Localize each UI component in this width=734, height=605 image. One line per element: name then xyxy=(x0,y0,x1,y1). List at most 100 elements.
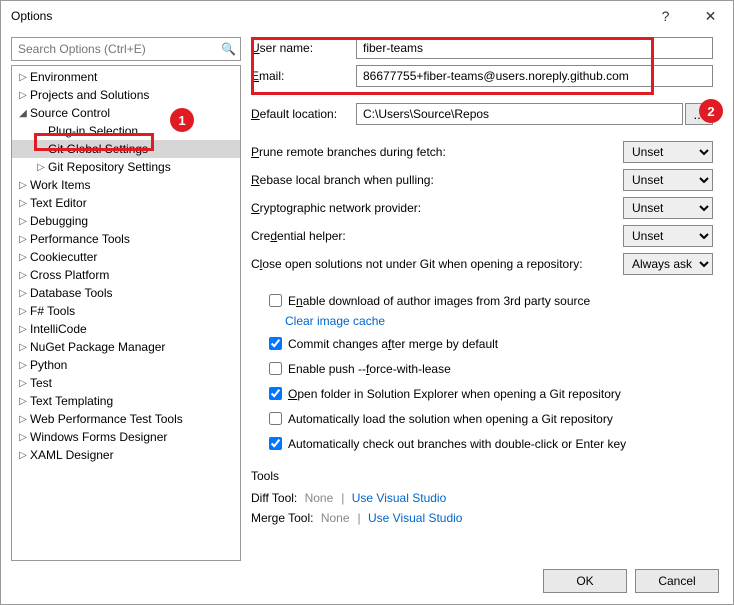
tree-node-f-tools[interactable]: ▷F# Tools xyxy=(12,302,240,320)
tree-node-work-items[interactable]: ▷Work Items xyxy=(12,176,240,194)
tree-node-label: Windows Forms Designer xyxy=(30,430,167,444)
ok-button[interactable]: OK xyxy=(543,569,627,593)
tree-node-cross-platform[interactable]: ▷Cross Platform xyxy=(12,266,240,284)
tree-arrow-icon: ▷ xyxy=(34,162,48,173)
tree-node-xaml-designer[interactable]: ▷XAML Designer xyxy=(12,446,240,464)
rebase-dropdown[interactable]: Unset xyxy=(623,169,713,191)
tree-node-intellicode[interactable]: ▷IntelliCode xyxy=(12,320,240,338)
tree-node-label: XAML Designer xyxy=(30,448,114,462)
open-folder-checkbox[interactable] xyxy=(269,387,282,400)
browse-location-button[interactable]: ... xyxy=(685,103,713,125)
window-title: Options xyxy=(11,9,643,23)
username-input[interactable] xyxy=(356,37,713,59)
commit-after-merge-checkbox[interactable] xyxy=(269,337,282,350)
tree-node-label: Debugging xyxy=(30,214,88,228)
tree-node-database-tools[interactable]: ▷Database Tools xyxy=(12,284,240,302)
search-input[interactable] xyxy=(16,41,221,57)
tree-node-label: Database Tools xyxy=(30,286,113,300)
username-label: User name: xyxy=(251,41,356,55)
tree-arrow-icon: ▷ xyxy=(16,360,30,371)
tree-node-label: Text Templating xyxy=(30,394,113,408)
close-solutions-dropdown[interactable]: Always ask xyxy=(623,253,713,275)
prune-label: Prune remote branches during fetch: xyxy=(251,145,623,159)
tree-node-git-repository-settings[interactable]: ▷Git Repository Settings xyxy=(12,158,240,176)
tree-node-git-global-settings[interactable]: Git Global Settings xyxy=(12,140,240,158)
tree-node-nuget-package-manager[interactable]: ▷NuGet Package Manager xyxy=(12,338,240,356)
tree-node-label: Performance Tools xyxy=(30,232,130,246)
search-box[interactable]: 🔍 xyxy=(11,37,241,61)
options-tree[interactable]: ▷Environment▷Projects and Solutions◢Sour… xyxy=(11,65,241,561)
tree-arrow-icon: ▷ xyxy=(16,306,30,317)
tree-node-label: Environment xyxy=(30,70,97,84)
tree-arrow-icon: ▷ xyxy=(16,288,30,299)
tree-node-plug-in-selection[interactable]: Plug-in Selection xyxy=(12,122,240,140)
tree-node-label: IntelliCode xyxy=(30,322,87,336)
tree-node-label: Work Items xyxy=(30,178,90,192)
tree-arrow-icon: ▷ xyxy=(16,270,30,281)
tree-node-label: Text Editor xyxy=(30,196,87,210)
default-location-label: Default location: xyxy=(251,107,356,121)
tree-node-performance-tools[interactable]: ▷Performance Tools xyxy=(12,230,240,248)
tree-node-projects-and-solutions[interactable]: ▷Projects and Solutions xyxy=(12,86,240,104)
tree-node-label: Source Control xyxy=(30,106,110,120)
auto-checkout-label: Automatically check out branches with do… xyxy=(288,437,626,451)
tree-arrow-icon: ▷ xyxy=(16,432,30,443)
tree-node-python[interactable]: ▷Python xyxy=(12,356,240,374)
tree-node-environment[interactable]: ▷Environment xyxy=(12,68,240,86)
tree-node-cookiecutter[interactable]: ▷Cookiecutter xyxy=(12,248,240,266)
push-force-checkbox[interactable] xyxy=(269,362,282,375)
tree-arrow-icon: ▷ xyxy=(16,324,30,335)
tree-arrow-icon: ▷ xyxy=(16,450,30,461)
auto-checkout-checkbox[interactable] xyxy=(269,437,282,450)
tree-arrow-icon: ▷ xyxy=(16,180,30,191)
tree-node-text-editor[interactable]: ▷Text Editor xyxy=(12,194,240,212)
clear-image-cache-link[interactable]: Clear image cache xyxy=(285,314,385,328)
tree-arrow-icon: ▷ xyxy=(16,234,30,245)
default-location-input[interactable] xyxy=(356,103,683,125)
tree-node-label: F# Tools xyxy=(30,304,75,318)
search-icon: 🔍 xyxy=(221,42,236,56)
tree-node-test[interactable]: ▷Test xyxy=(12,374,240,392)
tree-arrow-icon: ▷ xyxy=(16,414,30,425)
tree-arrow-icon: ▷ xyxy=(16,90,30,101)
credential-label: Credential helper: xyxy=(251,229,623,243)
tree-node-debugging[interactable]: ▷Debugging xyxy=(12,212,240,230)
tree-arrow-icon: ▷ xyxy=(16,216,30,227)
auto-load-label: Automatically load the solution when ope… xyxy=(288,412,613,426)
tree-arrow-icon: ▷ xyxy=(16,378,30,389)
tree-node-label: Projects and Solutions xyxy=(30,88,149,102)
enable-download-checkbox[interactable] xyxy=(269,294,282,307)
tree-node-text-templating[interactable]: ▷Text Templating xyxy=(12,392,240,410)
tools-heading: Tools xyxy=(251,469,713,483)
diff-use-vs-link[interactable]: Use Visual Studio xyxy=(352,491,447,505)
email-input[interactable] xyxy=(356,65,713,87)
tree-node-label: Test xyxy=(30,376,52,390)
credential-dropdown[interactable]: Unset xyxy=(623,225,713,247)
prune-dropdown[interactable]: Unset xyxy=(623,141,713,163)
tree-node-label: Git Global Settings xyxy=(48,142,148,156)
email-label: Email: xyxy=(251,69,356,83)
tree-arrow-icon: ▷ xyxy=(16,198,30,209)
tree-arrow-icon: ◢ xyxy=(16,108,30,119)
close-button[interactable]: ✕ xyxy=(688,1,733,31)
close-solutions-label: Close open solutions not under Git when … xyxy=(251,257,623,271)
push-force-label: Enable push --force-with-lease xyxy=(288,362,451,376)
help-button[interactable]: ? xyxy=(643,1,688,31)
tree-node-label: Python xyxy=(30,358,67,372)
tree-arrow-icon: ▷ xyxy=(16,396,30,407)
commit-after-merge-label: Commit changes after merge by default xyxy=(288,337,498,351)
open-folder-label: Open folder in Solution Explorer when op… xyxy=(288,387,621,401)
tree-node-source-control[interactable]: ◢Source Control xyxy=(12,104,240,122)
tree-node-label: Git Repository Settings xyxy=(48,160,171,174)
tree-node-label: NuGet Package Manager xyxy=(30,340,165,354)
tree-arrow-icon: ▷ xyxy=(16,342,30,353)
tree-node-windows-forms-designer[interactable]: ▷Windows Forms Designer xyxy=(12,428,240,446)
auto-load-checkbox[interactable] xyxy=(269,412,282,425)
tree-node-label: Cross Platform xyxy=(30,268,109,282)
tree-node-web-performance-test-tools[interactable]: ▷Web Performance Test Tools xyxy=(12,410,240,428)
crypto-dropdown[interactable]: Unset xyxy=(623,197,713,219)
cancel-button[interactable]: Cancel xyxy=(635,569,719,593)
merge-use-vs-link[interactable]: Use Visual Studio xyxy=(368,511,463,525)
tree-arrow-icon: ▷ xyxy=(16,72,30,83)
tree-node-label: Plug-in Selection xyxy=(48,124,138,138)
